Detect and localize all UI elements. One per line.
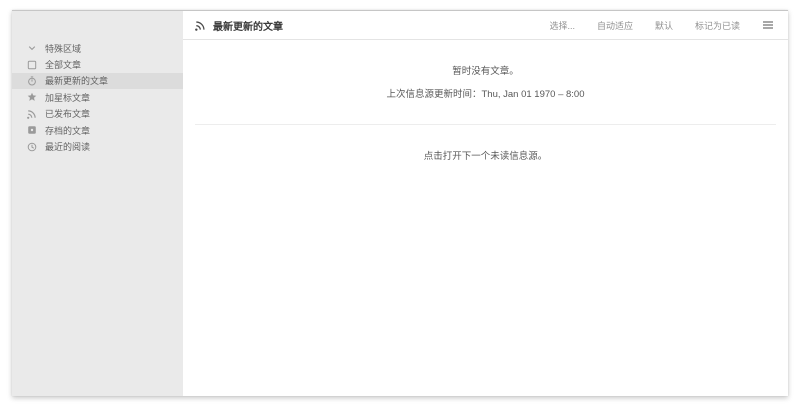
empty-state-title: 暂时没有文章。 [452, 66, 519, 77]
history-clock-icon [27, 142, 37, 152]
header-actions: 选择... 自动适应 默认 标记为已读 [549, 19, 774, 32]
sidebar-item-label: 最新更新的文章 [45, 76, 109, 87]
rss-icon [27, 109, 37, 119]
sidebar-item[interactable]: 最新更新的文章 [12, 72, 183, 90]
sidebar-item-label: 最近的阅读 [45, 142, 91, 153]
content-divider [195, 124, 776, 125]
sidebar-item[interactable]: 最近的阅读 [12, 138, 183, 154]
sidebar-item[interactable]: 存档的文章 [12, 122, 183, 138]
star-icon [27, 92, 37, 102]
sidebar-item-label: 已发布文章 [45, 109, 91, 120]
last-update-text: 上次信息源更新时间：Thu, Jan 01 1970 – 8:00 [386, 89, 585, 100]
hamburger-menu-icon[interactable] [762, 20, 774, 30]
page-title: 最新更新的文章 [213, 21, 283, 33]
rss-icon [195, 20, 206, 31]
archive-icon [27, 125, 37, 135]
header-title-group: 最新更新的文章 [195, 18, 549, 33]
recent-update-icon [27, 76, 37, 86]
mark-read-button[interactable]: 标记为已读 [695, 19, 740, 32]
sidebar-item-label: 存档的文章 [45, 125, 91, 136]
sidebar: 特殊区域全部文章最新更新的文章 加星标文章已发布文章存档的文章最近的阅读 [12, 11, 183, 396]
app-window: 特殊区域 全部文章 最新更新的文章 加星标文章 已发布文章 存档的文章 最近的阅读 最新更新… [12, 10, 788, 396]
next-feed-hint: 点击打开下一个未读信息源。 [423, 151, 548, 162]
sidebar-item-label: 特殊区域 [45, 43, 82, 54]
sidebar-item[interactable]: 加星标文章 [12, 89, 183, 105]
sidebar-item[interactable]: 已发布文章 [12, 106, 183, 122]
select-button[interactable]: 选择... [549, 19, 575, 32]
default-view-button[interactable]: 默认 [655, 19, 673, 32]
empty-state: 暂时没有文章。 上次信息源更新时间：Thu, Jan 01 1970 – 8:0… [183, 40, 788, 396]
sidebar-item[interactable]: 全部文章 [12, 56, 183, 72]
square-icon [27, 60, 37, 70]
sidebar-item-label: 全部文章 [45, 60, 82, 71]
main-header: 最新更新的文章 选择... 自动适应 默认 标记为已读 [183, 11, 788, 40]
auto-fit-button[interactable]: 自动适应 [597, 19, 633, 32]
sidebar-item-label: 加星标文章 [45, 92, 91, 103]
main-panel: 最新更新的文章 选择... 自动适应 默认 标记为已读 暂时没有文章。 上次信息… [183, 11, 788, 396]
sidebar-item[interactable]: 特殊区域 [12, 40, 183, 56]
chevron-down-icon [27, 43, 37, 53]
